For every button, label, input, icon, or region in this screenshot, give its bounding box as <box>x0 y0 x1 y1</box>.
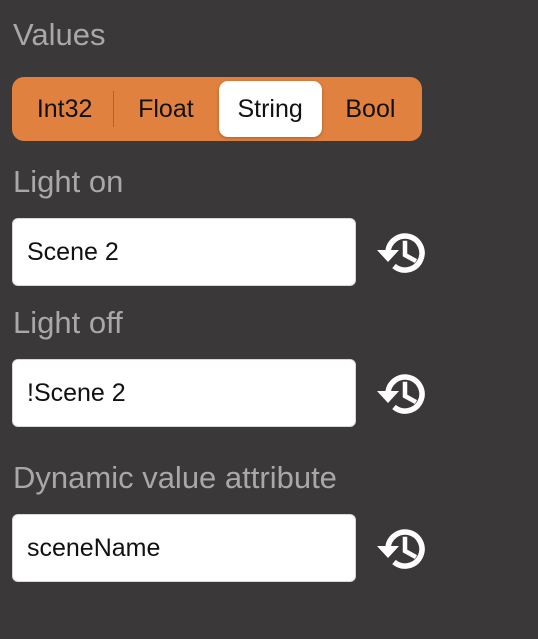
values-title: Values <box>13 17 106 52</box>
history-icon <box>377 529 425 569</box>
dynamic-value-value: sceneName <box>27 533 161 562</box>
value-type-segmented-control: Int32 Float String Bool <box>12 77 422 141</box>
dynamic-value-reset-button[interactable] <box>374 521 430 577</box>
light-on-label: Light on <box>13 164 124 199</box>
light-on-value: Scene 2 <box>27 237 119 266</box>
history-icon <box>377 233 425 273</box>
light-off-label: Light off <box>13 305 123 340</box>
dynamic-value-label: Dynamic value attribute <box>13 460 337 495</box>
segment-bool[interactable]: Bool <box>323 81 418 137</box>
light-on-input[interactable]: Scene 2 <box>12 218 356 286</box>
segment-float[interactable]: Float <box>114 81 217 137</box>
light-off-reset-button[interactable] <box>374 366 430 422</box>
values-panel: Values Int32 Float String Bool Light on … <box>0 0 538 639</box>
segment-string[interactable]: String <box>218 81 322 137</box>
light-on-reset-button[interactable] <box>374 225 430 281</box>
light-off-value: !Scene 2 <box>27 378 126 407</box>
light-off-input[interactable]: !Scene 2 <box>12 359 356 427</box>
history-icon <box>377 374 425 414</box>
dynamic-value-input[interactable]: sceneName <box>12 514 356 582</box>
segment-int32[interactable]: Int32 <box>16 81 113 137</box>
